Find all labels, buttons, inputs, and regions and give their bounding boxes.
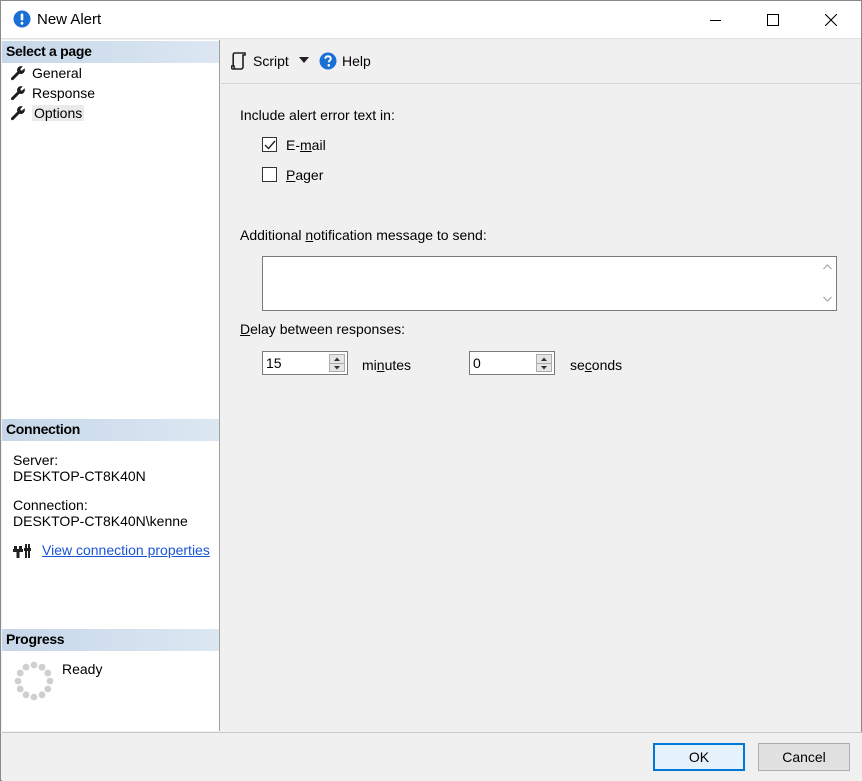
scroll-up-icon[interactable] (819, 259, 836, 276)
view-connection-properties-link[interactable]: View connection properties (42, 542, 210, 558)
progress-status: Ready (62, 661, 103, 677)
new-alert-window: New Alert Select a page General Response (0, 0, 862, 781)
seconds-down-button[interactable] (536, 363, 552, 372)
seconds-value: 0 (473, 355, 481, 371)
options-page: Include alert error text in: E-mail Page… (221, 85, 861, 731)
arrow-down-icon (541, 365, 547, 369)
progress-spinner-icon (14, 661, 54, 701)
server-label: Server: (13, 452, 59, 468)
minutes-value: 15 (266, 355, 282, 371)
window-title: New Alert (37, 11, 102, 28)
alert-icon (13, 10, 31, 28)
additional-notification-label: Additional notification message to send: (240, 227, 487, 243)
select-page-header: Select a page (2, 41, 219, 63)
maximize-button[interactable] (744, 1, 802, 39)
wrench-icon (10, 106, 25, 121)
minimize-button[interactable] (687, 1, 745, 39)
connection-value: DESKTOP-CT8K40N\kenne (13, 513, 188, 529)
page-item-options[interactable]: Options (10, 103, 85, 123)
minutes-stepper[interactable]: 15 (262, 351, 348, 375)
seconds-up-button[interactable] (536, 354, 552, 364)
ok-button[interactable]: OK (653, 743, 745, 771)
help-button[interactable]: Help (319, 52, 371, 70)
page-item-general[interactable]: General (10, 63, 82, 83)
page-item-label: General (32, 65, 82, 81)
minutes-down-button[interactable] (329, 363, 345, 372)
script-button[interactable]: Script (231, 52, 289, 70)
chevron-down-icon (299, 57, 309, 63)
arrow-down-icon (334, 365, 340, 369)
close-icon (825, 14, 837, 26)
arrow-up-icon (334, 357, 340, 361)
help-label: Help (342, 53, 371, 69)
minimize-icon (710, 20, 721, 21)
email-label: E-mail (286, 137, 326, 153)
minutes-up-button[interactable] (329, 354, 345, 364)
page-item-response[interactable]: Response (10, 83, 95, 103)
left-pane: Select a page General Response Options C… (2, 40, 220, 731)
delay-between-responses-label: Delay between responses: (240, 321, 405, 337)
minutes-label: minutes (362, 357, 412, 373)
progress-header: Progress (2, 629, 219, 651)
maximize-icon (767, 14, 779, 26)
server-value: DESKTOP-CT8K40N (13, 468, 146, 484)
wrench-icon (10, 86, 25, 101)
textarea-scrollbar[interactable] (819, 257, 836, 310)
pager-label: Pager (286, 167, 324, 183)
dialog-footer: OK Cancel (2, 732, 862, 781)
additional-notification-textarea[interactable] (262, 256, 837, 311)
email-checkbox[interactable] (262, 137, 277, 152)
script-icon (231, 52, 246, 70)
close-button[interactable] (802, 1, 860, 39)
script-label: Script (253, 53, 289, 69)
arrow-up-icon (541, 357, 547, 361)
checkmark-icon (264, 140, 276, 150)
toolbar: Script Help (221, 40, 861, 84)
cancel-button[interactable]: Cancel (758, 743, 850, 771)
plug-icon (13, 544, 31, 558)
include-error-text-label: Include alert error text in: (240, 107, 395, 123)
connection-header: Connection (2, 419, 219, 441)
seconds-label: seconds (570, 357, 623, 373)
connection-label: Connection: (13, 497, 88, 513)
help-icon (319, 52, 337, 70)
page-item-label: Response (32, 85, 96, 101)
scroll-down-icon[interactable] (819, 291, 836, 308)
wrench-icon (10, 66, 25, 81)
seconds-stepper[interactable]: 0 (469, 351, 555, 375)
script-dropdown-button[interactable] (299, 57, 309, 63)
page-item-label: Options (32, 105, 85, 121)
pager-checkbox[interactable] (262, 167, 277, 182)
title-bar: New Alert (1, 1, 861, 39)
